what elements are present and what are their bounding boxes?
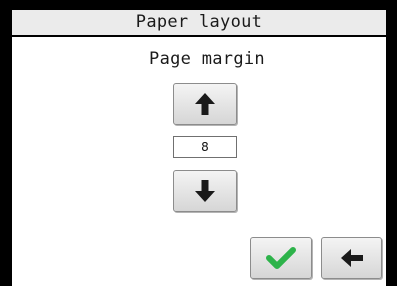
- title-bar: Paper layout: [12, 10, 386, 37]
- page-margin-value-field[interactable]: 8: [173, 136, 237, 158]
- arrow-left-icon: [340, 248, 364, 268]
- checkmark-icon: [266, 247, 296, 269]
- page-margin-label: Page margin: [149, 49, 265, 69]
- screen-bezel-top: [0, 0, 397, 10]
- decrease-margin-button[interactable]: [173, 170, 237, 212]
- back-button[interactable]: [321, 237, 382, 279]
- increase-margin-button[interactable]: [173, 83, 237, 125]
- page-title: Paper layout: [135, 12, 263, 32]
- arrow-up-icon: [194, 92, 216, 116]
- confirm-button[interactable]: [250, 237, 312, 279]
- printer-screen: Paper layout Page margin 8: [0, 0, 397, 286]
- screen-bezel-right: [386, 0, 397, 286]
- screen-bezel-left: [0, 0, 12, 286]
- arrow-down-icon: [194, 179, 216, 203]
